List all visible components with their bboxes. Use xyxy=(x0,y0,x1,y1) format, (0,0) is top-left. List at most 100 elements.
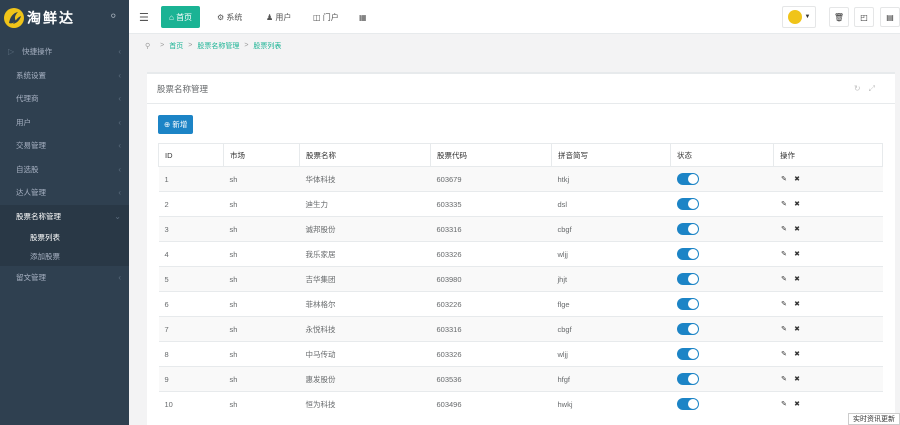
topbar: ☰ ⌂ 首页 ⚙ 系统 ♟ 用户 ◫ 门户 ▦ ▼ 🗑 ◰ ▤ xyxy=(129,0,900,34)
nav-home-button[interactable]: ⌂ 首页 xyxy=(161,6,201,28)
panel-title: 股票名称管理 xyxy=(157,83,209,94)
panel-tools: ↻⤢ xyxy=(854,84,883,94)
cell-market: sh xyxy=(223,191,300,217)
trash-icon[interactable]: 🗑 xyxy=(829,7,849,27)
add-stock-label: 新增 xyxy=(172,120,188,129)
chevron-down-icon: ⌄ xyxy=(114,211,121,221)
status-toggle[interactable] xyxy=(676,198,699,210)
cell-id: 10 xyxy=(158,391,224,417)
sidebar-item-watchlist[interactable]: 自选股 ‹ xyxy=(0,158,129,182)
status-toggle[interactable] xyxy=(676,373,699,385)
breadcrumb-section[interactable]: 股票名称管理 xyxy=(197,41,239,51)
delete-icon[interactable]: ✖ xyxy=(793,300,802,309)
nav-user-button[interactable]: ♟ 用户 xyxy=(266,6,291,28)
brand-logo-icon xyxy=(4,8,24,28)
status-toggle[interactable] xyxy=(676,323,699,335)
status-toggle[interactable] xyxy=(676,223,699,235)
sidebar: 淘鲜达 ⚪ ▷ 快捷操作 ‹ 系统设置 ‹ 代理商 ‹ 用户 ‹ 交易管理 ‹ 自选股 ‹ 达… xyxy=(0,0,129,425)
add-stock-button[interactable]: ⊕ 新增 xyxy=(158,115,194,134)
grid-icon[interactable]: ▦ xyxy=(359,6,367,28)
edit-icon[interactable]: ✎ xyxy=(780,175,789,184)
edit-icon[interactable]: ✎ xyxy=(780,325,789,334)
status-toggle[interactable] xyxy=(676,298,699,310)
bell-icon[interactable]: ⚪ xyxy=(100,11,117,22)
fullscreen-icon[interactable]: ⤢ xyxy=(869,84,883,93)
user-menu-button[interactable]: ▼ xyxy=(782,6,816,28)
brand[interactable]: 淘鲜达 ⚪ xyxy=(0,0,129,36)
edit-icon[interactable]: ✎ xyxy=(780,225,789,234)
cell-actions: ✎ ✖ xyxy=(773,366,883,392)
news-ticker[interactable]: 实时资讯更新 xyxy=(848,413,900,425)
status-toggle[interactable] xyxy=(676,273,699,285)
status-toggle[interactable] xyxy=(676,173,699,185)
sidebar-subitem-stock-list[interactable]: 股票列表 xyxy=(0,228,129,247)
sidebar-item-trade[interactable]: 交易管理 ‹ xyxy=(0,134,129,158)
expand-icon[interactable]: ◰ xyxy=(854,7,874,27)
sidebar-item-label: 留文管理 xyxy=(16,273,46,283)
cell-market: sh xyxy=(223,291,300,317)
cell-status xyxy=(670,241,774,267)
sidebar-item-agent[interactable]: 代理商 ‹ xyxy=(0,87,129,111)
menu-toggle-icon[interactable]: ☰ xyxy=(139,6,149,28)
sidebar-subitem-add-stock[interactable]: 添加股票 xyxy=(0,247,129,266)
edit-icon[interactable]: ✎ xyxy=(780,200,789,209)
status-toggle[interactable] xyxy=(676,248,699,260)
nav-portal-button[interactable]: ◫ 门户 xyxy=(313,6,339,28)
cell-status xyxy=(670,266,774,292)
breadcrumb-separator: > xyxy=(188,42,193,49)
cell-id: 2 xyxy=(158,191,224,217)
home-icon: ⌂ xyxy=(169,12,177,22)
nav-system-button[interactable]: ⚙ 系统 xyxy=(217,6,242,28)
tab-list-icon[interactable]: ▤ xyxy=(880,7,900,27)
sidebar-item-label: 代理商 xyxy=(16,94,39,104)
breadcrumb-home[interactable]: 首页 xyxy=(169,41,183,51)
col-pinyin[interactable]: 拼音简写 xyxy=(551,143,671,167)
col-status[interactable]: 状态 xyxy=(670,143,774,167)
sidebar-item-user[interactable]: 用户 ‹ xyxy=(0,111,129,135)
status-toggle[interactable] xyxy=(676,348,699,360)
refresh-icon[interactable]: ↻ xyxy=(854,84,869,93)
delete-icon[interactable]: ✖ xyxy=(793,350,802,359)
cell-pinyin: wljj xyxy=(551,341,671,367)
edit-icon[interactable]: ✎ xyxy=(780,375,789,384)
delete-icon[interactable]: ✖ xyxy=(793,275,802,284)
delete-icon[interactable]: ✖ xyxy=(793,250,802,259)
delete-icon[interactable]: ✖ xyxy=(793,400,802,409)
cell-status xyxy=(670,316,774,342)
chevron-left-icon: ‹ xyxy=(118,94,121,103)
delete-icon[interactable]: ✖ xyxy=(793,175,802,184)
table-row: 10 sh 恒为科技 603496 hwkj ✎ ✖ xyxy=(158,391,883,417)
cell-id: 3 xyxy=(158,216,224,242)
edit-icon[interactable]: ✎ xyxy=(780,400,789,409)
cell-actions: ✎ ✖ xyxy=(773,216,883,242)
edit-icon[interactable]: ✎ xyxy=(780,300,789,309)
col-id[interactable]: ID xyxy=(158,143,224,167)
col-market[interactable]: 市场 xyxy=(223,143,300,167)
cell-code: 603536 xyxy=(430,366,552,392)
chevron-left-icon: ‹ xyxy=(118,273,121,282)
sidebar-item-system[interactable]: 系统设置 ‹ xyxy=(0,64,129,88)
cell-id: 1 xyxy=(158,166,224,192)
delete-icon[interactable]: ✖ xyxy=(793,200,802,209)
delete-icon[interactable]: ✖ xyxy=(793,375,802,384)
sidebar-item-label: 股票名称管理 xyxy=(16,211,61,221)
sidebar-item-experts[interactable]: 达人管理 ‹ xyxy=(0,181,129,205)
col-code[interactable]: 股票代码 xyxy=(430,143,552,167)
sidebar-item-label: 交易管理 xyxy=(16,141,46,151)
cell-name: 惠发股份 xyxy=(299,366,431,392)
delete-icon[interactable]: ✖ xyxy=(793,325,802,334)
user-icon: ♟ xyxy=(266,12,276,22)
edit-icon[interactable]: ✎ xyxy=(780,275,789,284)
chevron-left-icon: ‹ xyxy=(118,164,121,174)
edit-icon[interactable]: ✎ xyxy=(780,250,789,259)
sidebar-item-stock-names[interactable]: 股票名称管理 ⌄ xyxy=(0,204,129,228)
cell-actions: ✎ ✖ xyxy=(773,241,883,267)
col-name[interactable]: 股票名称 xyxy=(299,143,431,167)
sidebar-item-label: 系统设置 xyxy=(16,70,46,80)
delete-icon[interactable]: ✖ xyxy=(793,225,802,234)
status-toggle[interactable] xyxy=(676,398,699,411)
edit-icon[interactable]: ✎ xyxy=(780,350,789,359)
sidebar-item-messages[interactable]: 留文管理 ‹ xyxy=(0,266,129,290)
caret-down-icon: ▼ xyxy=(804,14,811,20)
sidebar-item-quick[interactable]: ▷ 快捷操作 ‹ xyxy=(0,40,129,64)
